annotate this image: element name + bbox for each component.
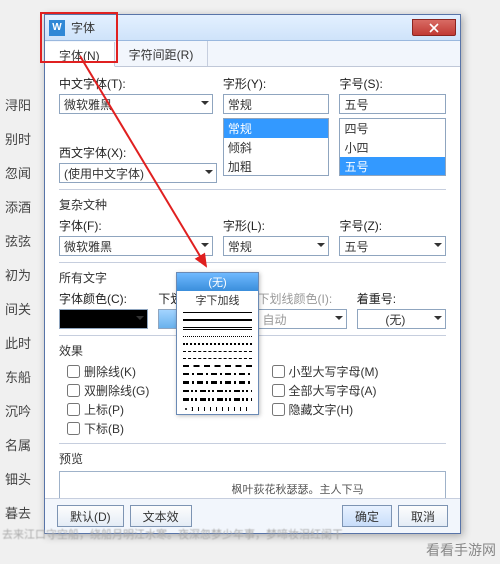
dd-option-wave[interactable] bbox=[177, 404, 258, 414]
bg-text: 间关 bbox=[5, 299, 31, 318]
style-input[interactable]: 常规 bbox=[223, 94, 330, 114]
dd-option-dashed-thick[interactable] bbox=[177, 362, 258, 370]
bg-text: 忽闻 bbox=[5, 163, 31, 182]
size-z-label: 字号(Z): bbox=[339, 217, 446, 234]
bg-text: 添酒 bbox=[5, 197, 31, 216]
font-f-label: 字体(F): bbox=[59, 217, 213, 234]
chk-subscript[interactable]: 下标(B) bbox=[67, 420, 242, 437]
bg-text: 东船 bbox=[5, 367, 31, 386]
complex-label: 复杂文种 bbox=[59, 196, 446, 213]
preview-text: 枫叶荻花秋瑟瑟。主人下马 bbox=[232, 481, 364, 497]
font-color-combo[interactable] bbox=[59, 309, 148, 329]
western-font-label: 西文字体(X): bbox=[59, 144, 217, 161]
dd-option-dashdotdot[interactable] bbox=[177, 387, 258, 395]
dd-option-dashed[interactable] bbox=[177, 348, 258, 355]
size-z-combo[interactable]: 五号 bbox=[339, 236, 446, 256]
bg-text: 沉吟 bbox=[5, 401, 31, 420]
size-label: 字号(S): bbox=[339, 75, 446, 92]
dd-option-dotted-thick[interactable] bbox=[177, 340, 258, 348]
ok-button[interactable]: 确定 bbox=[342, 505, 392, 527]
close-button[interactable] bbox=[412, 19, 456, 36]
style-l-label: 字形(L): bbox=[223, 217, 330, 234]
style-l-combo[interactable]: 常规 bbox=[223, 236, 330, 256]
ulcolor-label: 下划线颜色(I): bbox=[258, 290, 347, 307]
chk-allcaps[interactable]: 全部大写字母(A) bbox=[272, 382, 447, 399]
chk-hidden[interactable]: 隐藏文字(H) bbox=[272, 401, 447, 418]
bg-text: 名属 bbox=[5, 435, 31, 454]
tab-spacing[interactable]: 字符间距(R) bbox=[115, 41, 209, 66]
dialog-title: 字体 bbox=[71, 19, 412, 36]
bg-text: 初为 bbox=[5, 265, 31, 284]
underline-color-combo[interactable]: 自动 bbox=[258, 309, 347, 329]
dd-option-double[interactable] bbox=[177, 324, 258, 333]
cn-font-combo[interactable]: 微软雅黑 bbox=[59, 94, 213, 114]
dd-option-dashdotdot-thick[interactable] bbox=[177, 395, 258, 404]
emphasis-label: 着重号: bbox=[357, 290, 446, 307]
chk-smallcaps[interactable]: 小型大写字母(M) bbox=[272, 363, 447, 380]
cancel-button[interactable]: 取消 bbox=[398, 505, 448, 527]
emphasis-combo[interactable]: (无) bbox=[357, 309, 446, 329]
bg-text: 别时 bbox=[5, 129, 31, 148]
divider bbox=[59, 189, 446, 190]
color-label: 字体颜色(C): bbox=[59, 290, 148, 307]
bg-text: 浔阳 bbox=[5, 95, 31, 114]
western-font-combo[interactable]: (使用中文字体) bbox=[59, 163, 217, 183]
bg-blur-text: 去来江口守空船，绕船月明江水寒。夜深忽梦少年事，梦啼妆泪红阑干 bbox=[2, 526, 343, 542]
size-input[interactable]: 五号 bbox=[339, 94, 446, 114]
dd-option-thick[interactable] bbox=[177, 316, 258, 324]
texteffect-button[interactable]: 文本效 bbox=[130, 505, 192, 527]
tabstrip: 字体(N) 字符间距(R) bbox=[45, 41, 460, 67]
dd-option-wordunderline[interactable]: 字下加线 bbox=[177, 291, 258, 309]
bg-text: 暮去 bbox=[5, 503, 31, 522]
watermark: 看看手游网 bbox=[426, 540, 496, 560]
dd-option-dashdot[interactable] bbox=[177, 370, 258, 378]
dd-option-dashdot-thick[interactable] bbox=[177, 378, 258, 387]
preview-label: 预览 bbox=[59, 450, 446, 467]
style-label: 字形(Y): bbox=[223, 75, 330, 92]
bg-text: 此时 bbox=[5, 333, 31, 352]
bg-text: 弦弦 bbox=[5, 231, 31, 250]
tab-font[interactable]: 字体(N) bbox=[45, 42, 115, 67]
dd-option-dotted[interactable] bbox=[177, 333, 258, 340]
divider bbox=[59, 443, 446, 444]
font-f-combo[interactable]: 微软雅黑 bbox=[59, 236, 213, 256]
default-button[interactable]: 默认(D) bbox=[57, 505, 124, 527]
divider bbox=[59, 262, 446, 263]
dd-option-dashed-long[interactable] bbox=[177, 355, 258, 362]
app-icon: W bbox=[49, 20, 65, 36]
underline-dropdown[interactable]: (无) 字下加线 bbox=[176, 272, 259, 415]
bg-text: 钿头 bbox=[5, 469, 31, 488]
cn-font-label: 中文字体(T): bbox=[59, 75, 213, 92]
close-icon bbox=[429, 23, 439, 33]
dd-option-none[interactable]: (无) bbox=[177, 273, 258, 291]
titlebar: W 字体 bbox=[45, 15, 460, 41]
dd-option-single[interactable] bbox=[177, 309, 258, 316]
